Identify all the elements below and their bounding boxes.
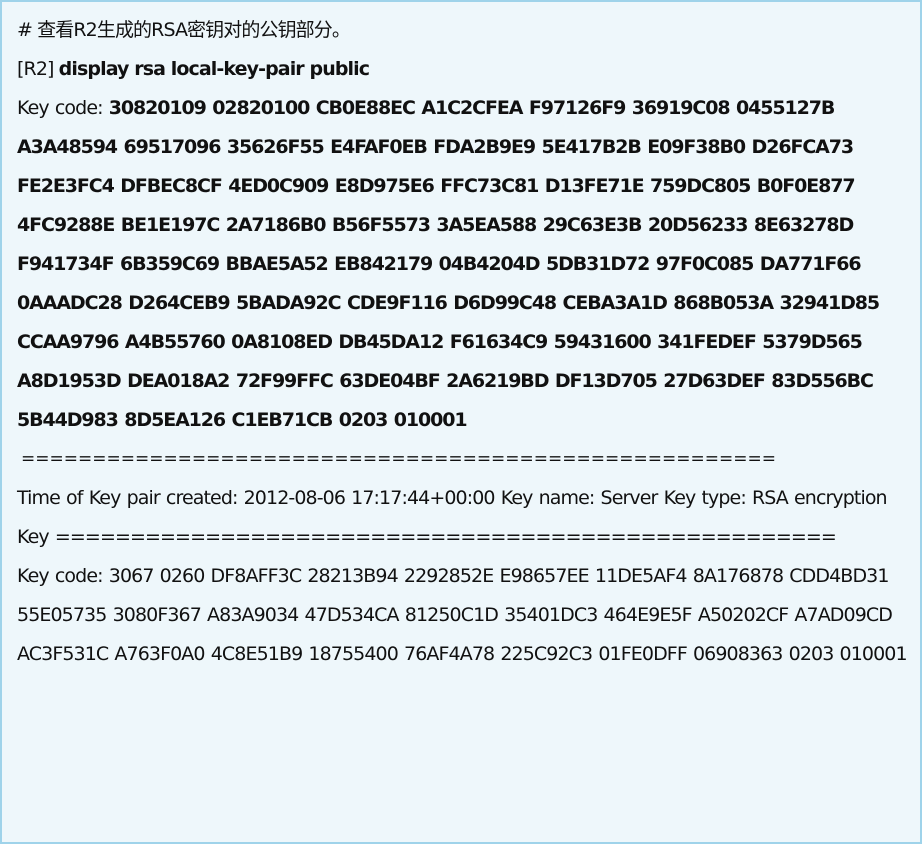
command-line: [R2] display rsa local-key-pair public [17, 50, 910, 89]
terminal-output-panel: # 查看R2生成的RSA密钥对的公钥部分。 [R2] display rsa l… [0, 0, 922, 844]
host-key-label: Key code: [17, 97, 104, 119]
server-key-code: 3067 0260 DF8AFF3C 28213B94 2292852E E98… [17, 565, 908, 665]
server-key-block: Key code: 3067 0260 DF8AFF3C 28213B94 22… [17, 557, 910, 674]
cli-command: display rsa local-key-pair public [58, 58, 370, 80]
host-key-code: 30820109 02820100 CB0E88EC A1C2CFEA F971… [17, 97, 880, 431]
server-key-label: Key code: [17, 565, 104, 587]
comment-line: # 查看R2生成的RSA密钥对的公钥部分。 [17, 19, 351, 41]
cli-prompt: [R2] [17, 58, 54, 80]
host-key-block: Key code: 30820109 02820100 CB0E88EC A1C… [17, 89, 910, 440]
separator-line: ========================================… [21, 449, 776, 469]
server-key-info: Time of Key pair created: 2012-08-06 17:… [17, 487, 888, 548]
